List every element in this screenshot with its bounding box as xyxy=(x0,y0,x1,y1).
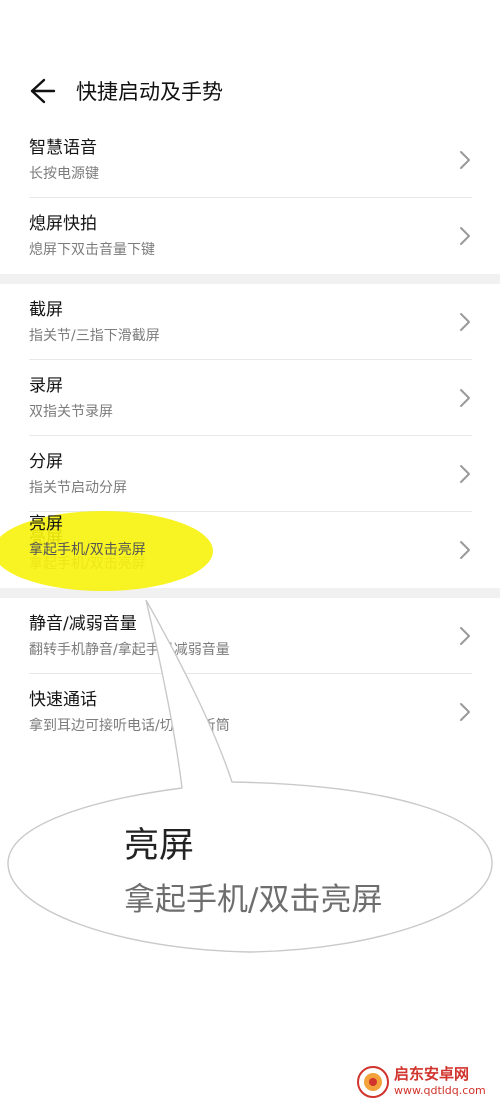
highlight-title: 亮屏 xyxy=(29,514,63,534)
callout-title: 亮屏 xyxy=(124,826,195,866)
list-item-screen-record[interactable]: 录屏 双指关节录屏 xyxy=(0,360,500,436)
item-subtitle: 熄屏下双击音量下键 xyxy=(29,242,155,258)
watermark-logo-icon xyxy=(357,1066,389,1098)
back-button[interactable] xyxy=(22,74,62,108)
chevron-right-icon xyxy=(460,465,470,483)
list-item-split-screen[interactable]: 分屏 指关节启动分屏 xyxy=(0,436,500,512)
item-title: 熄屏快拍 xyxy=(29,214,97,234)
settings-group-1: 智慧语音 长按电源键 熄屏快拍 熄屏下双击音量下键 xyxy=(0,122,500,274)
item-subtitle: 长按电源键 xyxy=(29,166,99,182)
watermark-name: 启东安卓网 xyxy=(394,1065,470,1083)
back-arrow-icon xyxy=(30,78,56,104)
item-title: 分屏 xyxy=(29,452,63,472)
highlight-subtitle: 拿起手机/双击亮屏 xyxy=(29,542,146,558)
callout-subtitle: 拿起手机/双击亮屏 xyxy=(124,882,383,918)
item-title: 智慧语音 xyxy=(29,138,97,158)
page-title: 快捷启动及手势 xyxy=(76,80,223,104)
item-title: 录屏 xyxy=(29,376,63,396)
item-subtitle: 指关节/三指下滑截屏 xyxy=(29,328,160,344)
item-subtitle: 双指关节录屏 xyxy=(29,404,113,420)
chevron-right-icon xyxy=(460,541,470,559)
chevron-right-icon xyxy=(460,227,470,245)
watermark-url: www.qdtldq.com xyxy=(394,1084,486,1097)
item-title: 截屏 xyxy=(29,300,63,320)
top-bar: 快捷启动及手势 xyxy=(0,60,500,122)
list-item-screen-off-snapshot[interactable]: 熄屏快拍 熄屏下双击音量下键 xyxy=(0,198,500,274)
list-item-screenshot[interactable]: 截屏 指关节/三指下滑截屏 xyxy=(0,284,500,360)
chevron-right-icon xyxy=(460,313,470,331)
list-item-smart-voice[interactable]: 智慧语音 长按电源键 xyxy=(0,122,500,198)
chevron-right-icon xyxy=(460,389,470,407)
watermark: 启东安卓网 www.qdtldq.com xyxy=(356,1063,494,1103)
section-gap xyxy=(0,274,500,284)
chevron-right-icon xyxy=(460,151,470,169)
item-subtitle: 指关节启动分屏 xyxy=(29,480,127,496)
